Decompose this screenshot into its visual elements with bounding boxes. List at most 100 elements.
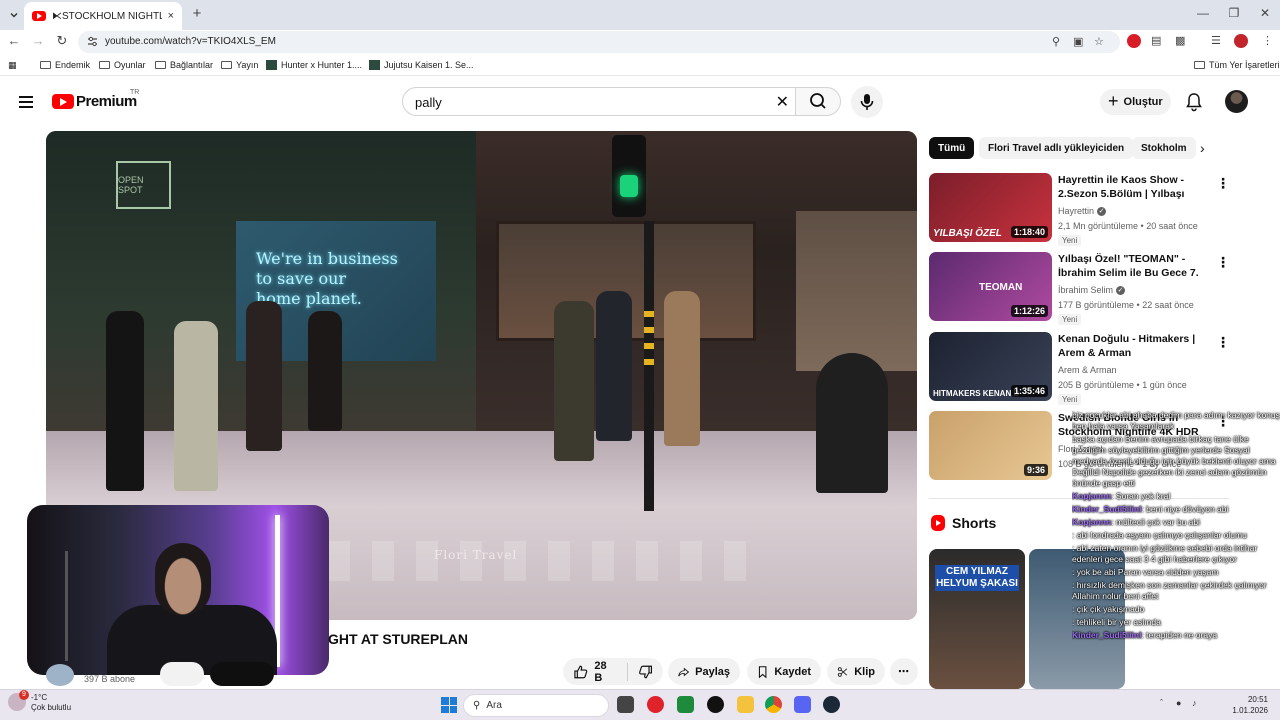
- tab-search-button[interactable]: [4, 5, 24, 25]
- more-vertical-icon[interactable]: ⋮: [1216, 334, 1230, 351]
- join-button[interactable]: [160, 662, 204, 686]
- apps-grid-icon[interactable]: ▦: [8, 60, 17, 71]
- bookmark-jujutsu-kaisen[interactable]: Jujutsu Kaisen 1. Se...: [369, 60, 474, 70]
- notifications-bell-icon[interactable]: [1185, 92, 1203, 112]
- weather-widget[interactable]: 9 -1°C Çok bulutlu: [8, 690, 71, 713]
- rec-thumbnail[interactable]: HITMAKERS KENAN D 1:35:46: [929, 332, 1052, 401]
- clear-search-icon[interactable]: ✕: [776, 92, 789, 112]
- browser-tab-youtube[interactable]: ⧔STOCKHOLM NIGHTLIFE 4K - ×: [24, 2, 182, 30]
- reading-list-icon[interactable]: ▤: [1151, 34, 1161, 47]
- youtube-premium-label[interactable]: Premium: [76, 93, 137, 110]
- like-count[interactable]: 28 B: [594, 660, 616, 684]
- chat-text: : abi londrada eşyanı çalınıyo çalışanla…: [1072, 530, 1247, 540]
- subscribe-button[interactable]: [210, 662, 274, 686]
- chevron-right-icon[interactable]: ›: [1200, 140, 1205, 156]
- search-button[interactable]: [795, 87, 841, 116]
- chip-from-uploader[interactable]: Flori Travel adlı yükleyiciden: [979, 137, 1134, 159]
- chrome-menu-icon[interactable]: ⋮: [1262, 34, 1273, 47]
- opera-extension-icon[interactable]: [1127, 34, 1141, 48]
- chip-all[interactable]: Tümü: [929, 137, 975, 159]
- windows-start-icon[interactable]: [441, 697, 457, 713]
- bookmark-baglantilar[interactable]: Bağlantılar: [155, 60, 213, 70]
- restore-window-icon[interactable]: ❐: [1227, 6, 1241, 20]
- tab-close-icon[interactable]: ×: [168, 10, 174, 22]
- like-thumb-icon[interactable]: [573, 664, 588, 680]
- obs-icon[interactable]: [707, 696, 724, 713]
- taskbar-clock[interactable]: 20:51 1.01.2026: [1216, 694, 1268, 716]
- address-bar[interactable]: youtube.com/watch?v=TKIO4XLS_EM ⚲ ▣ ☆: [78, 31, 1120, 53]
- rec-channel[interactable]: İbrahim Selim ✓: [1058, 285, 1126, 295]
- extensions-puzzle-icon[interactable]: ▩: [1175, 34, 1185, 47]
- file-explorer-icon[interactable]: [737, 696, 754, 713]
- opera-browser-icon[interactable]: [647, 696, 664, 713]
- rec-title[interactable]: Hayrettin ile Kaos Show - 2.Sezon 5.Bölü…: [1058, 173, 1208, 201]
- bookmark-hunter-x-hunter[interactable]: Hunter x Hunter 1....: [266, 60, 362, 70]
- task-view-icon[interactable]: [617, 696, 634, 713]
- rec-channel[interactable]: Arem & Arman: [1058, 365, 1117, 375]
- clip-button[interactable]: Klip: [827, 658, 885, 685]
- media-controls-icon[interactable]: ☰: [1211, 34, 1221, 47]
- microphone-tray-icon[interactable]: ●: [1176, 698, 1181, 708]
- rec-title[interactable]: Kenan Doğulu - Hitmakers | Arem & Arman: [1058, 332, 1208, 360]
- bookmark-oyunlar[interactable]: Oyunlar: [99, 60, 146, 70]
- duration-badge: 1:18:40: [1010, 226, 1048, 238]
- bookmark-endemik[interactable]: Endemik: [40, 60, 90, 70]
- recommendation-item[interactable]: YILBAŞI ÖZEL 1:18:40 Hayrettin ile Kaos …: [929, 173, 1230, 246]
- chat-text: başka açıdan Benim avrupada birkaç tane …: [1072, 434, 1276, 488]
- chip-stockholm[interactable]: Stokholm: [1132, 137, 1196, 159]
- discord-icon[interactable]: [794, 696, 811, 713]
- account-avatar[interactable]: [1225, 90, 1248, 113]
- folder-icon: [40, 61, 51, 69]
- save-button[interactable]: Kaydet: [747, 658, 821, 685]
- search-input[interactable]: pally ✕: [402, 87, 796, 116]
- speaker-icon[interactable]: ♪: [1192, 698, 1197, 708]
- install-app-icon[interactable]: ▣: [1073, 35, 1083, 48]
- back-arrow-icon[interactable]: ←: [6, 33, 22, 48]
- new-tab-button[interactable]: +: [188, 5, 206, 22]
- hamburger-menu-icon[interactable]: [19, 96, 33, 108]
- short-item[interactable]: CEM YILMAZ HELYUM ŞAKASI: [929, 549, 1025, 689]
- chat-username[interactable]: Kinder_Sudi5ilinI: [1072, 504, 1141, 514]
- channel-avatar[interactable]: [46, 664, 74, 686]
- more-vertical-icon[interactable]: ⋮: [1216, 254, 1230, 271]
- chat-username[interactable]: Kopjannn: [1072, 517, 1111, 527]
- youtube-logo-icon[interactable]: [52, 94, 74, 109]
- steam-icon[interactable]: [823, 696, 840, 713]
- close-window-icon[interactable]: ✕: [1258, 6, 1272, 20]
- chat-message: başka açıdan Benim avrupada birkaç tane …: [1072, 434, 1280, 489]
- rec-thumbnail[interactable]: YILBAŞI ÖZEL 1:18:40: [929, 173, 1052, 242]
- minimize-window-icon[interactable]: —: [1196, 6, 1210, 20]
- site-settings-icon[interactable]: [86, 35, 99, 48]
- rec-thumbnail[interactable]: 9:36: [929, 411, 1052, 480]
- rec-channel[interactable]: Hayrettin ✓: [1058, 206, 1107, 216]
- chat-message: biz çocuklar abi ahaba dedim para adımı …: [1072, 410, 1280, 432]
- create-button[interactable]: + Oluştur: [1100, 89, 1171, 115]
- video-frame-person: [106, 311, 144, 491]
- recommendation-item[interactable]: TEOMAN 1:12:26 Yılbaşı Özel! "TEOMAN" - …: [929, 252, 1230, 325]
- video-frame-shop-window: [796, 211, 917, 371]
- share-button[interactable]: Paylaş: [668, 658, 740, 685]
- new-badge: Yeni: [1058, 235, 1082, 246]
- rec-title[interactable]: Yılbaşı Özel! "TEOMAN" - İbrahim Selim i…: [1058, 252, 1208, 280]
- all-bookmarks-folder[interactable]: Tüm Yer İşaretleri: [1194, 60, 1280, 70]
- bookmark-yayin[interactable]: Yayın: [221, 60, 258, 70]
- forward-arrow-icon[interactable]: →: [30, 33, 46, 48]
- xbox-icon[interactable]: [677, 696, 694, 713]
- voice-search-button[interactable]: [851, 86, 883, 118]
- duration-badge: 1:35:46: [1010, 385, 1048, 397]
- bookmark-star-icon[interactable]: ☆: [1094, 35, 1104, 48]
- taskbar-search[interactable]: ⚲ Ara: [463, 694, 609, 717]
- reload-icon[interactable]: ↻: [54, 33, 70, 49]
- dislike-thumb-icon[interactable]: [638, 664, 653, 680]
- recommendation-item[interactable]: HITMAKERS KENAN D 1:35:46 Kenan Doğulu -…: [929, 332, 1230, 405]
- more-actions-button[interactable]: ⋯: [890, 658, 918, 685]
- rec-thumbnail[interactable]: TEOMAN 1:12:26: [929, 252, 1052, 321]
- chrome-icon[interactable]: [765, 696, 782, 713]
- zoom-icon[interactable]: ⚲: [1052, 35, 1060, 48]
- more-vertical-icon[interactable]: ⋮: [1216, 175, 1230, 192]
- chat-username[interactable]: Kopjannn: [1072, 491, 1111, 501]
- video-frame-person: [596, 291, 632, 441]
- profile-icon[interactable]: [1234, 34, 1248, 48]
- chat-username[interactable]: Kinder_Sudi5ilinI: [1072, 630, 1141, 640]
- tray-chevron-icon[interactable]: ˆ: [1160, 698, 1163, 708]
